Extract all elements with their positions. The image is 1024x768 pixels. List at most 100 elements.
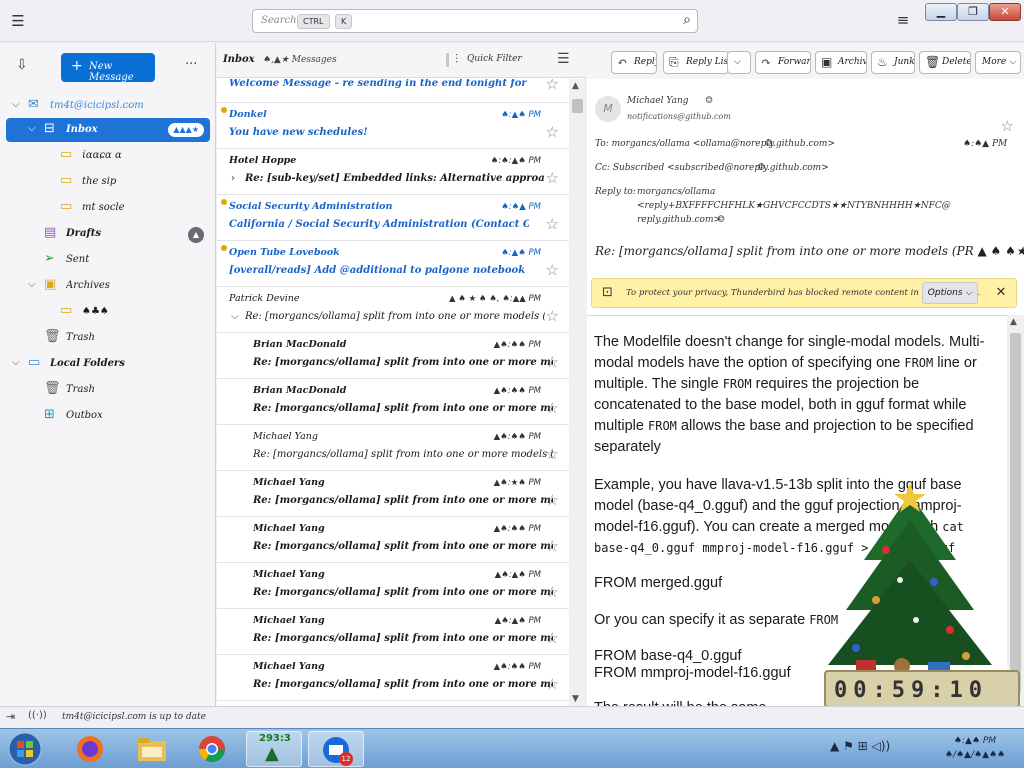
search-input[interactable]: Search... CTRL K ⌕ [252,9,698,33]
sender-name[interactable]: Michael Yang [627,96,689,106]
reply-button[interactable]: ↶Reply [611,51,657,74]
star-icon[interactable]: ☆ [546,537,559,555]
star-icon[interactable]: ☆ [546,79,559,93]
star-icon[interactable]: ☆ [546,307,559,325]
star-icon[interactable]: ☆ [546,399,559,417]
search-icon[interactable]: ⌕ [683,12,691,28]
message-row[interactable]: Brian MacDonald ▲♠:♠♠ PM Re: [morgancs/oll… [217,379,569,425]
reply-dropdown-button[interactable]: ⌵ [727,51,751,74]
start-button[interactable] [4,731,46,767]
speaker-icon[interactable]: ◁)) [872,739,891,753]
archive-button[interactable]: ▣Archive [815,51,867,74]
activity-icon[interactable]: ⇥ [6,710,15,723]
star-icon[interactable]: ☆ [546,583,559,601]
get-messages-icon[interactable]: ⇩ [16,57,28,73]
message-list-scrollbar[interactable]: ▲ ▼ [569,79,586,706]
more-button[interactable]: More ⌵ [975,51,1021,74]
contact-icon[interactable]: ☺ [757,163,765,173]
options-button[interactable]: Options ⌵ [922,282,978,304]
folder-archive-year[interactable]: ▭ ♠♣♠ [6,300,210,324]
folder-sub-2[interactable]: ▭ the sip [6,170,210,194]
message-row[interactable]: Social Security Administration ♠:♠▲ PM Cal… [217,195,569,241]
action-center-icon[interactable]: ⚑ [843,739,854,753]
close-button[interactable]: ✕ [989,3,1021,21]
star-icon[interactable]: ☆ [546,169,559,187]
message-subject: Welcome Message - re sending in the end … [229,79,529,89]
message-row[interactable]: Michael Yang ▲♠:♠♠ PM Re: [morgancs/ollama… [217,425,569,471]
quick-filter-button[interactable]: Quick Filter [467,54,522,64]
folder-drafts[interactable]: ▤ Drafts ▲ [6,222,210,246]
avatar: M [595,96,621,122]
message-row[interactable]: › Hotel Hoppe ♠:♠:▲♠ PM Re: [sub-key/set] E… [217,149,569,195]
star-icon[interactable]: ☆ [546,629,559,647]
contact-icon[interactable]: ☺ [765,139,773,149]
status-bar: ⇥ ((·)) tm4t@icicipsl.com is up to date [0,706,1024,728]
message-row[interactable]: Michael Yang ▲♠:★♠ PM Re: [morgancs/ollama… [217,471,569,517]
message-row[interactable]: Michael Yang ▲♠:♠♠ PM Re: [morgancs/ollama… [217,517,569,563]
star-icon[interactable]: ☆ [546,353,559,371]
file-explorer-taskbar-icon[interactable] [124,731,180,767]
message-row[interactable]: Michael Yang ▲♠:▲♠ PM Re: [morgancs/ollama… [217,563,569,609]
new-message-button[interactable]: + New Message [61,53,155,83]
contact-icon[interactable]: ☺ [717,215,725,225]
star-icon[interactable]: ☆ [546,675,559,693]
quick-filter-icon[interactable]: ⫶ [455,52,458,67]
show-hidden-icons[interactable]: ▲ [830,739,839,753]
thread-toggle-icon[interactable]: › [231,173,235,184]
thread-toggle-icon[interactable]: ⌵ [231,311,239,322]
contact-icon[interactable]: ☺ [705,96,713,106]
drafts-icon: ▤ [44,225,57,240]
minimize-button[interactable]: ▁ [925,3,957,21]
junk-button[interactable]: ♨ Junk [871,51,915,74]
message-row[interactable]: Michael Yang ▲♠:▲♠ PM Re: [morgancs/ollama… [217,609,569,655]
message-row[interactable]: ⌵ Patrick Devine ▲ ♠ ★ ♠ ♠, ♠:▲▲ PM Re: [mo… [217,287,569,333]
folder-sub-3[interactable]: ▭ mt socle [6,196,210,220]
account-row[interactable]: ⌵ ✉ tm4t@icicipsl.com [6,94,210,118]
chrome-taskbar-icon[interactable] [184,731,240,767]
star-icon[interactable]: ☆ [546,261,559,279]
scroll-thumb[interactable] [572,99,583,113]
message-row[interactable]: Michael Yang ▲♠:♠♠ PM Re: [morgancs/ollama… [217,655,569,701]
scroll-down-icon[interactable]: ▼ [572,694,579,704]
scroll-up-icon[interactable]: ▲ [572,81,579,91]
christmas-tree-taskbar-icon[interactable]: 293:3 ▲ [246,731,302,767]
message-row[interactable]: Welcome Message - re sending in the end … [217,79,569,103]
local-folder-outbox[interactable]: ⊞ Outbox [6,404,210,428]
plus-icon: + [71,58,83,74]
message-row[interactable]: Brian MacDonald ▲♠:♠♠ PM Re: [morgancs/oll… [217,333,569,379]
christmas-tree-gadget[interactable]: 00:59:10 [816,480,1024,725]
more-icon[interactable]: ··· [185,57,197,72]
star-icon[interactable]: ☆ [546,123,559,141]
star-icon[interactable]: ☆ [546,445,559,463]
close-icon[interactable]: ✕ [990,282,1012,304]
clock[interactable]: ♠:▲♠ PM ♠/♠▲/♠▲♠♠ [940,734,1010,762]
online-status-icon[interactable]: ((·)) [28,710,47,721]
star-icon[interactable]: ☆ [546,491,559,509]
app-menu-icon[interactable]: ≡ [894,11,912,29]
list-view-icon[interactable]: ☰ [557,51,570,67]
folder-archives[interactable]: ⌵ ▣ Archives [6,274,210,298]
folder-pane-toggle-icon[interactable]: ☰ [8,11,28,31]
delete-button[interactable]: 🗑 Delete [919,51,971,74]
message-row[interactable]: Donkel ♠:▲♠ PM You have new schedules! ☆ [217,103,569,149]
message-row[interactable]: Open Tube Lovebook ♠:▲♠ PM [overall/reads]… [217,241,569,287]
local-folders-row[interactable]: ⌵ ▭ Local Folders [6,352,210,376]
forward-button[interactable]: ↷Forward [755,51,811,74]
star-icon[interactable]: ☆ [1001,117,1014,135]
star-icon[interactable]: ☆ [546,215,559,233]
maximize-button[interactable]: ❐ [957,3,989,21]
network-icon[interactable]: ⊞ [858,739,868,753]
message-list-header: Inbox ♠,▲★ Messages ⫶ Quick Filter ☰ [217,43,586,78]
local-folder-trash[interactable]: 🗑 Trash [6,378,210,402]
unread-dot [221,107,227,113]
folder-inbox[interactable]: ⌵ ⊟ Inbox ▲▲▲★ [6,118,210,142]
thunderbird-taskbar-icon[interactable]: 12 [308,731,364,767]
folder-sub-1[interactable]: ▭ ίɑαɕɑ α [6,144,210,168]
archive-icon: ▣ [44,277,57,292]
reply-list-button[interactable]: ⎘ Reply List [663,51,729,74]
firefox-taskbar-icon[interactable] [62,731,118,767]
folder-sent[interactable]: ➢ Sent [6,248,210,272]
scroll-up-icon[interactable]: ▲ [1010,317,1017,327]
to-line: To: morgancs/ollama <ollama@noreply.gith… [595,139,836,149]
folder-trash[interactable]: 🗑 Trash [6,326,210,350]
